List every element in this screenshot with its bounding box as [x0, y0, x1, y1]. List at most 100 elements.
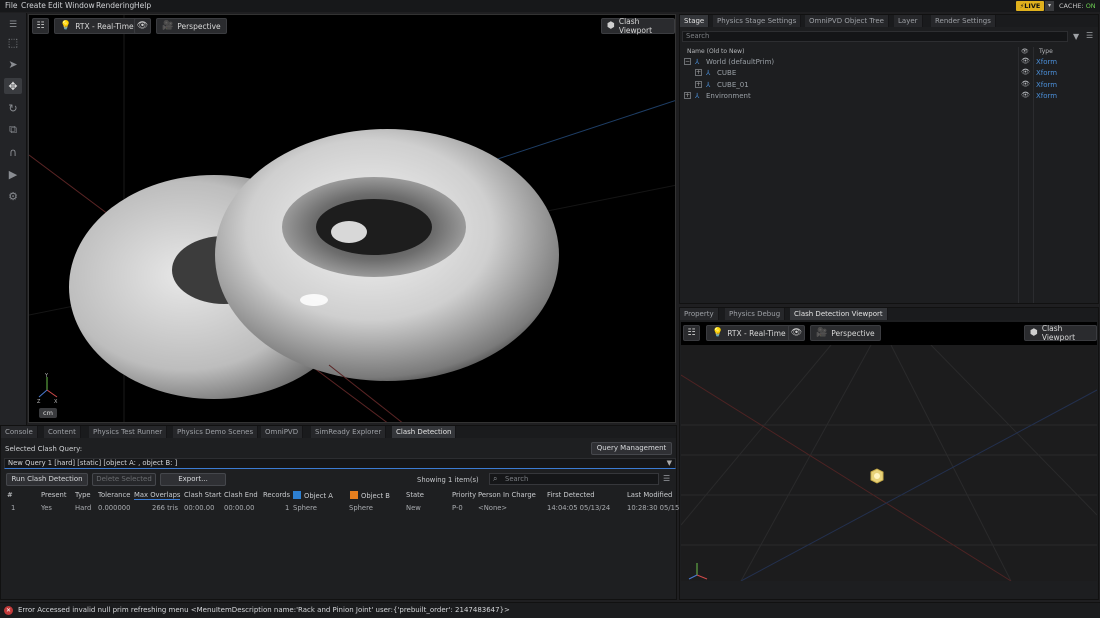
cube-icon: ⬢ [1030, 328, 1038, 338]
col-type[interactable]: Type [75, 491, 91, 499]
menu-help[interactable]: Help [134, 1, 151, 10]
tab-stage[interactable]: Stage [680, 15, 710, 27]
col-object-b[interactable]: Object B [350, 491, 390, 500]
col-max-overlaps[interactable]: Max Overlaps [134, 491, 181, 500]
visibility-button[interactable]: 👁 [134, 18, 151, 34]
selected-query-label: Selected Clash Query: [5, 445, 83, 453]
expand-icon[interactable]: + [695, 69, 702, 76]
renderer-button[interactable]: 💡 RTX - Real-Time [706, 325, 792, 341]
cell-clash-end: 00:00.00 [224, 504, 255, 512]
collapse-icon[interactable]: − [684, 58, 691, 65]
menu-edit[interactable]: Edit [48, 1, 63, 10]
cell-num: 1 [11, 504, 16, 512]
delete-selected-button[interactable]: Delete Selected [92, 473, 156, 486]
cell-object-a: Sphere [293, 504, 317, 512]
tree-item-cube-01[interactable]: + ⅄ CUBE_01 👁 Xform [680, 80, 1098, 91]
viewport-settings-button[interactable]: ☷ [683, 325, 700, 341]
col-present[interactable]: Present [41, 491, 67, 499]
tab-simready-explorer[interactable]: SimReady Explorer [311, 426, 387, 438]
physics-tool-icon[interactable]: ⚙ [4, 188, 22, 204]
cache-status[interactable]: CACHE: ON [1059, 2, 1096, 10]
cell-tolerance: 0.000000 [98, 504, 131, 512]
eye-icon[interactable]: 👁 [1021, 68, 1030, 76]
clash-viewport-view[interactable] [681, 345, 1097, 581]
eye-icon[interactable]: 👁 [1021, 91, 1030, 99]
eye-icon[interactable]: 👁 [1021, 57, 1030, 65]
col-tolerance[interactable]: Tolerance [98, 491, 130, 499]
menu-file[interactable]: File [5, 1, 18, 10]
cell-type: Hard [75, 504, 92, 512]
tab-omnipvd-object-tree[interactable]: OmniPVD Object Tree [805, 15, 889, 27]
expand-icon[interactable]: + [684, 92, 691, 99]
tab-layer[interactable]: Layer [894, 15, 923, 27]
query-select[interactable]: New Query 1 [hard] [static] [object A: ,… [4, 458, 676, 469]
eye-icon[interactable]: 👁 [1021, 80, 1030, 88]
col-clash-end[interactable]: Clash End [224, 491, 258, 499]
col-last-modified[interactable]: Last Modified [627, 491, 672, 499]
tab-console[interactable]: Console [1, 426, 38, 438]
tab-content[interactable]: Content [44, 426, 81, 438]
col-first-detected[interactable]: First Detected [547, 491, 595, 499]
col-priority[interactable]: Priority [452, 491, 476, 499]
menu-icon[interactable]: ☰ [663, 474, 670, 483]
xform-icon: ⅄ [706, 81, 711, 89]
live-label: LIVE [1024, 2, 1041, 10]
tab-physics-debug[interactable]: Physics Debug [725, 308, 786, 320]
menu-window[interactable]: Window [65, 1, 95, 10]
col-num[interactable]: # [7, 491, 13, 499]
tab-physics-demo-scenes[interactable]: Physics Demo Scenes [173, 426, 259, 438]
menu-bar: File Create Edit Window Rendering Help ⚡… [0, 0, 1100, 12]
scale-tool-icon[interactable]: ⧉ [4, 122, 22, 138]
tab-clash-detection[interactable]: Clash Detection [392, 426, 457, 438]
search-icon: ⌕ [493, 474, 498, 483]
visibility-button[interactable]: 👁 [788, 325, 805, 341]
clash-viewport-button[interactable]: ⬢ Clash Viewport [601, 17, 675, 35]
col-state[interactable]: State [406, 491, 424, 499]
camera-button[interactable]: 🎥 Perspective [156, 18, 227, 34]
col-type-header[interactable]: Type [1039, 48, 1053, 56]
snap-icon[interactable]: ∩ [4, 144, 22, 160]
tab-property[interactable]: Property [680, 308, 719, 320]
clash-viewport-button[interactable]: ⬢ Clash Viewport [1024, 324, 1097, 342]
live-dropdown[interactable]: ▾ [1045, 1, 1054, 11]
filter-icon[interactable]: ▼ [1073, 32, 1079, 41]
col-object-a[interactable]: Object A [293, 491, 333, 500]
tab-physics-test-runner[interactable]: Physics Test Runner [89, 426, 168, 438]
sliders-icon: ☷ [687, 328, 696, 338]
clash-search-input[interactable]: ⌕ Search [489, 473, 659, 485]
tree-item-environment[interactable]: + ⅄ Environment 👁 Xform [680, 91, 1098, 102]
error-message[interactable]: Error Accessed invalid null prim refresh… [18, 606, 510, 614]
live-button[interactable]: ⚡LIVE [1016, 1, 1044, 11]
options-icon[interactable]: ☰ [1086, 31, 1093, 40]
query-value: New Query 1 [hard] [static] [object A: ,… [8, 459, 178, 467]
query-management-button[interactable]: Query Management [591, 442, 672, 455]
play-icon[interactable]: ▶ [4, 166, 22, 182]
tree-item-cube[interactable]: + ⅄ CUBE 👁 Xform [680, 68, 1098, 79]
tab-physics-stage-settings[interactable]: Physics Stage Settings [713, 15, 802, 27]
main-viewport[interactable]: Y X Z ☷ 💡 RTX - Real-Time 👁 🎥 Perspective … [28, 14, 676, 423]
expand-icon[interactable]: + [695, 81, 702, 88]
tab-render-settings[interactable]: Render Settings [931, 15, 996, 27]
export-button[interactable]: Export... [160, 473, 226, 486]
col-person[interactable]: Person In Charge [478, 491, 536, 499]
run-clash-detection-button[interactable]: Run Clash Detection [6, 473, 88, 486]
col-records[interactable]: Records [263, 491, 290, 499]
viewport-settings-button[interactable]: ☷ [32, 18, 49, 34]
tree-item-type: Xform [1036, 58, 1058, 66]
col-clash-start[interactable]: Clash Start [184, 491, 221, 499]
col-name-header[interactable]: Name (Old to New) [687, 48, 744, 56]
menu-create[interactable]: Create [21, 1, 46, 10]
select-tool-icon[interactable]: ➤ [4, 56, 22, 72]
rotate-tool-icon[interactable]: ↻ [4, 100, 22, 116]
selection-mode-icon[interactable]: ⬚ [4, 34, 22, 50]
tab-omnipvd[interactable]: OmniPVD [261, 426, 304, 438]
renderer-button[interactable]: 💡 RTX - Real-Time [54, 18, 140, 34]
menu-rendering[interactable]: Rendering [96, 1, 134, 10]
tab-clash-detection-viewport[interactable]: Clash Detection Viewport [790, 308, 888, 320]
tree-item-world[interactable]: − ⅄ World (defaultPrim) 👁 Xform [680, 57, 1098, 68]
move-tool-icon[interactable]: ✥ [4, 78, 22, 94]
camera-button[interactable]: 🎥 Perspective [810, 325, 881, 341]
camera-label: Perspective [177, 21, 221, 31]
camera-icon: 🎥 [162, 21, 174, 31]
stage-search-input[interactable]: Search [682, 31, 1068, 42]
